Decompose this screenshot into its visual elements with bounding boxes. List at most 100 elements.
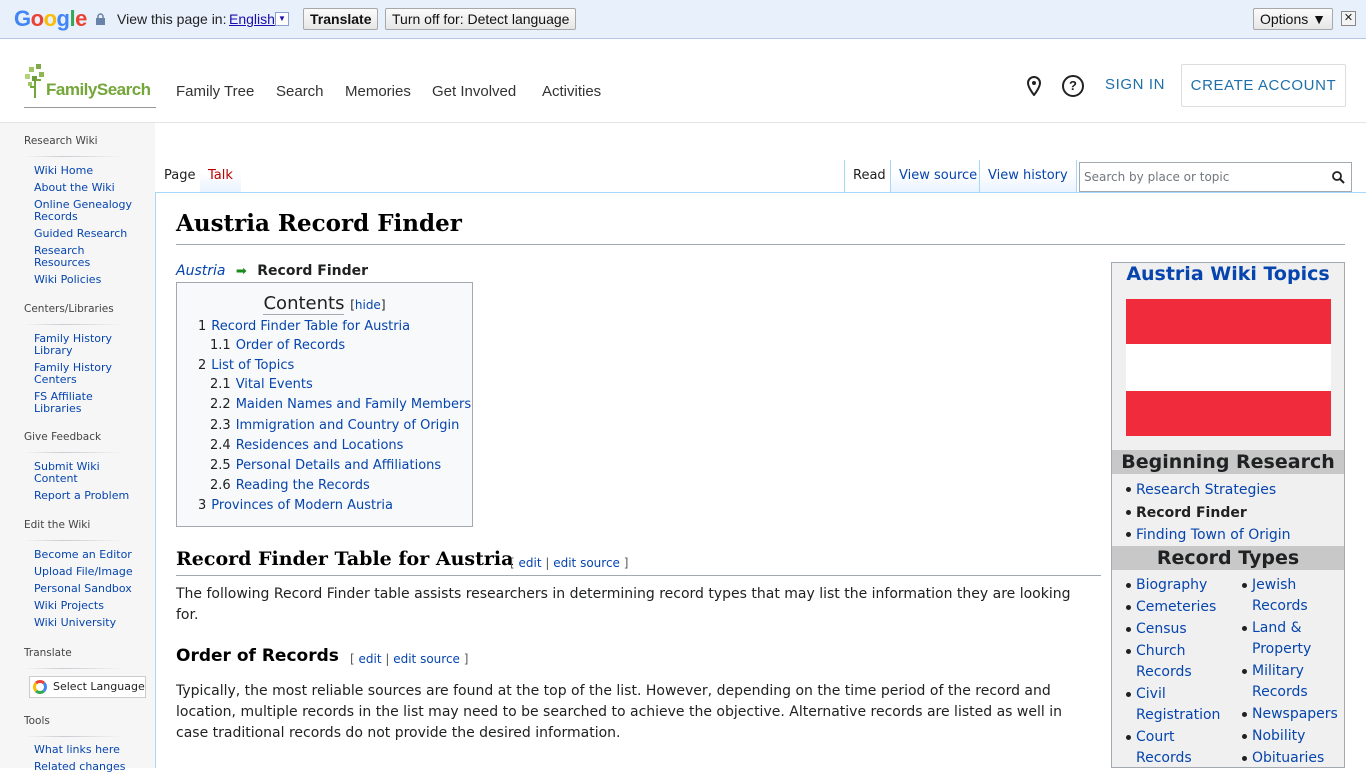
toc-item[interactable]: 3 Provinces of Modern Austria [198,498,393,513]
familysearch-logo[interactable]: FamilySearch [24,64,156,108]
sidebar-item-online-records[interactable]: Online Genealogy Records [34,199,134,223]
list-item[interactable]: Military Records [1242,661,1346,703]
list-item[interactable]: Civil Registration [1126,684,1236,726]
sidebar-item-what-links-here[interactable]: What links here [34,744,126,756]
logo-text: FamilySearch [46,80,151,99]
select-language-dropdown[interactable]: Select Language [29,676,146,698]
list-item[interactable]: Finding Town of Origin [1126,524,1291,547]
location-pin-icon[interactable] [1026,76,1042,96]
list-item[interactable]: Church Records [1126,641,1236,683]
edit-source-link[interactable]: edit source [553,556,620,570]
sidebar-heading-centers: Centers/Libraries [24,303,114,315]
toc-item[interactable]: 2.3 Immigration and Country of Origin [210,418,459,433]
sidebar-item-wiki-home[interactable]: Wiki Home [34,165,134,177]
toc-item[interactable]: 1.1 Order of Records [210,338,345,353]
toc-hide-link[interactable]: hide [355,298,381,312]
beginning-research-header: Beginning Research [1112,450,1344,474]
list-item[interactable]: Obituaries [1242,748,1346,769]
translate-button[interactable]: Translate [303,8,379,30]
close-icon[interactable]: ✕ [1341,11,1356,26]
toc-item[interactable]: 2.6 Reading the Records [210,478,370,493]
nav-search[interactable]: Search [276,83,324,100]
toc-item[interactable]: 2.2 Maiden Names and Family Members [210,397,471,412]
sidebar-item-wiki-projects[interactable]: Wiki Projects [34,600,133,612]
options-button[interactable]: Options ▼ [1253,8,1333,30]
sidebar-item-become-editor[interactable]: Become an Editor [34,549,133,561]
list-item[interactable]: Nobility [1242,726,1346,747]
sidebar-item-related-changes[interactable]: Related changes [34,761,126,773]
sidebar-item-submit-content[interactable]: Submit Wiki Content [34,461,104,485]
beginning-research-list: Research Strategies Record Finder Findin… [1126,479,1291,547]
sidebar-heading-feedback: Give Feedback [24,431,102,443]
sidebar-item-sandbox[interactable]: Personal Sandbox [34,583,133,595]
sidebar-item-fs-affiliate[interactable]: FS Affiliate Libraries [34,391,104,415]
divider [176,244,1345,245]
sidebar-item-wiki-university[interactable]: Wiki University [34,617,133,629]
section-edit-links: [ edit | edit source ] [510,556,629,570]
breadcrumb: Austria ➡ Record Finder [176,263,368,279]
infobox-title[interactable]: Austria Wiki Topics [1112,263,1344,285]
sidebar-item-research-resources[interactable]: Research Resources [34,245,104,269]
sidebar-list-centers: Family History Library Family History Ce… [34,333,114,420]
google-g-icon [33,680,47,694]
sign-in-link[interactable]: SIGN IN [1105,76,1165,93]
chevron-down-icon[interactable]: ▼ [275,12,289,26]
record-types-col1: Biography Cemeteries Census Church Record… [1126,575,1236,769]
sidebar-item-report-problem[interactable]: Report a Problem [34,490,129,502]
create-account-button[interactable]: CREATE ACCOUNT [1181,64,1346,107]
list-item[interactable]: Cemeteries [1126,597,1236,618]
sidebar-list-tools: What links here Related changes [34,744,126,778]
nav-family-tree[interactable]: Family Tree [176,83,254,100]
edit-link[interactable]: edit [519,556,542,570]
list-item[interactable]: Census [1126,619,1236,640]
sidebar-item-upload[interactable]: Upload File/Image [34,566,133,578]
list-item[interactable]: Jewish Records [1242,575,1346,617]
sidebar-list-edit: Become an Editor Upload File/Image Perso… [34,549,133,634]
tab-view-source[interactable]: View source [890,160,986,192]
tab-read[interactable]: Read [844,160,894,192]
divider [24,668,124,669]
toc-item[interactable]: 2 List of Topics [198,358,294,373]
search-input[interactable]: Search by place or topic [1079,162,1352,192]
search-icon[interactable] [1332,171,1345,184]
breadcrumb-austria[interactable]: Austria [176,263,225,279]
sidebar-item-guided-research[interactable]: Guided Research [34,228,134,240]
divider [24,324,124,325]
nav-get-involved[interactable]: Get Involved [432,83,516,100]
toc-item[interactable]: 2.1 Vital Events [210,377,313,392]
order-paragraph: Typically, the most reliable sources are… [176,683,1062,741]
sidebar-heading-research-wiki: Research Wiki [24,135,98,147]
sidebar-item-wiki-policies[interactable]: Wiki Policies [34,274,134,286]
select-language-label: Select Language [53,680,145,693]
toc-title-text: Contents [263,293,345,315]
turn-off-button[interactable]: Turn off for: Detect language [385,8,577,30]
list-item: Record Finder [1126,502,1291,525]
toc-item[interactable]: 2.5 Personal Details and Affiliations [210,458,441,473]
toc-item[interactable]: 2.4 Residences and Locations [210,438,403,453]
edit-link[interactable]: edit [359,652,382,666]
site-header: FamilySearch Family Tree Search Memories… [0,40,1366,123]
sidebar-list-research-wiki: Wiki Home About the Wiki Online Genealog… [34,165,134,291]
google-translate-bar: Google View this page in: English ▼ Tran… [0,0,1366,39]
list-item[interactable]: Biography [1126,575,1236,596]
tab-talk[interactable]: Talk [200,160,241,192]
sidebar-item-fhl[interactable]: Family History Library [34,333,114,357]
subsection-edit-links: [ edit | edit source ] [350,652,469,666]
list-item[interactable]: Court Records [1126,727,1236,769]
edit-source-link[interactable]: edit source [393,652,460,666]
nav-memories[interactable]: Memories [345,83,411,100]
nav-activities[interactable]: Activities [542,83,601,100]
list-item[interactable]: Newspapers [1242,704,1346,725]
language-select[interactable]: English [229,11,275,27]
breadcrumb-current: Record Finder [257,263,369,279]
help-icon[interactable]: ? [1062,75,1084,97]
toc-item[interactable]: 1 Record Finder Table for Austria [198,319,410,334]
tab-page[interactable]: Page [156,160,204,192]
list-item[interactable]: Land & Property [1242,618,1346,660]
sidebar-item-fhc[interactable]: Family History Centers [34,362,114,386]
list-item[interactable]: Research Strategies [1126,479,1291,502]
tree-icon [25,64,44,98]
sidebar-item-about[interactable]: About the Wiki [34,182,134,194]
flag-band-red-top [1126,299,1331,344]
tab-view-history[interactable]: View history [979,160,1077,192]
